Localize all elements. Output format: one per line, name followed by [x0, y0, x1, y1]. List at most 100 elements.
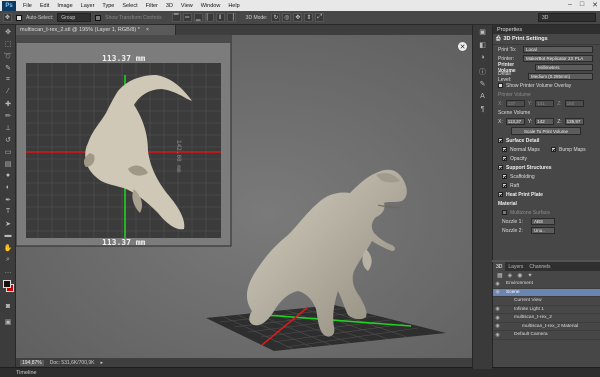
- document-canvas[interactable]: 113.37 mm 113.37 mm 142.00 mm ✕: [16, 35, 472, 358]
- scale-3d-icon[interactable]: ⤢: [315, 13, 325, 22]
- visibility-eye-icon[interactable]: ◉: [493, 323, 502, 329]
- visibility-eye-icon[interactable]: ◉: [493, 315, 502, 321]
- zoom-level-field[interactable]: 194,87%: [20, 359, 44, 366]
- drag-3d-icon[interactable]: ✥: [293, 13, 303, 22]
- multizone-checkbox[interactable]: [502, 210, 507, 215]
- align-top-icon[interactable]: ▔: [171, 13, 181, 22]
- move-icon[interactable]: ✥: [2, 26, 14, 37]
- quick-mask-icon[interactable]: ◙: [2, 301, 14, 312]
- document-tab[interactable]: multiscan_t-rex_2.stl @ 195% (Layer 1, R…: [16, 25, 176, 35]
- dodge-icon[interactable]: ◐: [2, 182, 14, 193]
- scene-tree-row[interactable]: ◉ multiscan_t-rex_2: [493, 314, 600, 323]
- menu-edit[interactable]: Edit: [36, 3, 53, 9]
- scene-tree-row[interactable]: Current View: [493, 297, 600, 306]
- screen-mode-icon[interactable]: ▣: [2, 316, 14, 327]
- brush-icon[interactable]: ✏: [2, 110, 14, 121]
- normal-maps-checkbox[interactable]: [502, 147, 507, 152]
- zoom-icon[interactable]: ⌕: [2, 254, 14, 265]
- menu-type[interactable]: Type: [98, 3, 118, 9]
- heat-print-plate-checkbox[interactable]: [498, 192, 503, 197]
- stamp-icon[interactable]: ⊥: [2, 122, 14, 133]
- healing-icon[interactable]: ✚: [2, 98, 14, 109]
- slide-3d-icon[interactable]: ⇕: [304, 13, 314, 22]
- gradient-icon[interactable]: ▤: [2, 158, 14, 169]
- show-transform-checkbox[interactable]: [95, 14, 102, 21]
- raft-checkbox[interactable]: [502, 183, 507, 188]
- info-panel-icon[interactable]: ⓘ: [477, 67, 489, 77]
- lasso-icon[interactable]: ➰: [2, 50, 14, 61]
- surface-detail-checkbox[interactable]: [498, 138, 503, 143]
- quick-select-icon[interactable]: ✎: [2, 62, 14, 73]
- align-left-icon[interactable]: ▏: [204, 13, 214, 22]
- scene-tree-row[interactable]: ◉ Default Camera: [493, 331, 600, 340]
- scene-volume-y-input[interactable]: 142: [535, 118, 555, 125]
- scene-volume-x-input[interactable]: 113,37: [505, 118, 525, 125]
- tab-channels[interactable]: Channels: [526, 262, 553, 271]
- maximize-icon[interactable]: □: [580, 1, 584, 9]
- move-tool-icon[interactable]: ✥: [3, 13, 12, 22]
- 3d-viewport[interactable]: [16, 35, 472, 358]
- hand-icon[interactable]: ✋: [2, 242, 14, 253]
- support-structures-checkbox[interactable]: [498, 165, 503, 170]
- menu-filter[interactable]: Filter: [142, 3, 162, 9]
- visibility-eye-icon[interactable]: ◉: [493, 289, 502, 295]
- visibility-eye-icon[interactable]: ◉: [493, 306, 502, 312]
- menu-file[interactable]: File: [19, 3, 36, 9]
- brush-panel-icon[interactable]: ✎: [477, 80, 489, 90]
- scene-volume-z-input[interactable]: 135,97: [564, 118, 584, 125]
- rotate-3d-icon[interactable]: ↻: [271, 13, 281, 22]
- printer-dropdown[interactable]: MakerBot Replicator 2X PLA: [523, 55, 593, 62]
- nozzle2-dropdown[interactable]: Unu..: [531, 227, 555, 234]
- status-arrow-icon[interactable]: ▸: [101, 360, 104, 366]
- scene-filter-icon[interactable]: ▦: [497, 272, 503, 279]
- menu-window[interactable]: Window: [197, 3, 225, 9]
- properties-panel-icon[interactable]: ◧: [477, 41, 489, 51]
- close-tab-icon[interactable]: ×: [146, 27, 149, 33]
- paragraph-panel-icon[interactable]: ¶: [477, 106, 489, 116]
- close-inset-icon[interactable]: ✕: [458, 42, 467, 51]
- menu-layer[interactable]: Layer: [77, 3, 99, 9]
- eraser-icon[interactable]: ▭: [2, 146, 14, 157]
- material-filter-icon[interactable]: ◉: [517, 272, 522, 279]
- crop-icon[interactable]: ⌗: [2, 74, 14, 85]
- timeline-panel-tab[interactable]: Timeline: [0, 367, 600, 377]
- menu-view[interactable]: View: [177, 3, 197, 9]
- scene-tree-row[interactable]: ◉ multiscan_t-rex_2 Material: [493, 323, 600, 331]
- auto-select-dropdown[interactable]: Group: [57, 13, 92, 22]
- tab-3d[interactable]: 3D: [493, 262, 506, 271]
- align-bottom-icon[interactable]: ▁: [193, 13, 203, 22]
- type-icon[interactable]: T: [2, 206, 14, 217]
- minimize-icon[interactable]: –: [568, 1, 572, 9]
- align-middle-icon[interactable]: ═: [182, 13, 192, 22]
- history-panel-icon[interactable]: ▣: [477, 28, 489, 38]
- roll-3d-icon[interactable]: ◎: [282, 13, 292, 22]
- menu-3d[interactable]: 3D: [162, 3, 177, 9]
- character-panel-icon[interactable]: A: [477, 93, 489, 103]
- scaffolding-checkbox[interactable]: [502, 174, 507, 179]
- path-select-icon[interactable]: ➤: [2, 218, 14, 229]
- tab-layers[interactable]: Layers: [505, 262, 526, 271]
- align-center-icon[interactable]: ‖: [215, 13, 225, 22]
- close-icon[interactable]: ✕: [592, 1, 598, 9]
- opacity-checkbox[interactable]: [502, 156, 507, 161]
- menu-image[interactable]: Image: [53, 3, 76, 9]
- pen-icon[interactable]: ✒: [2, 194, 14, 205]
- show-overlay-checkbox[interactable]: [498, 83, 503, 88]
- scale-to-print-volume-button[interactable]: Scale To Print Volume: [511, 127, 581, 135]
- scene-tree-row[interactable]: ◉ Environment: [493, 280, 600, 289]
- nozzle1-dropdown[interactable]: ABS: [531, 218, 555, 225]
- history-brush-icon[interactable]: ↺: [2, 134, 14, 145]
- workspace-dropdown[interactable]: 3D: [538, 13, 596, 22]
- menu-help[interactable]: Help: [224, 3, 243, 9]
- bump-maps-checkbox[interactable]: [551, 147, 556, 152]
- blur-icon[interactable]: ●: [2, 170, 14, 181]
- visibility-eye-icon[interactable]: ◉: [493, 281, 502, 287]
- menu-select[interactable]: Select: [118, 3, 141, 9]
- units-dropdown[interactable]: Millimeters: [535, 64, 593, 71]
- mesh-filter-icon[interactable]: ◈: [508, 272, 513, 279]
- properties-tab[interactable]: Properties: [493, 25, 600, 34]
- rectangle-icon[interactable]: ▬: [2, 230, 14, 241]
- scene-tree-row[interactable]: ◉ Scene: [493, 288, 600, 297]
- eyedropper-icon[interactable]: ⁄: [2, 86, 14, 97]
- marquee-icon[interactable]: ⬚: [2, 38, 14, 49]
